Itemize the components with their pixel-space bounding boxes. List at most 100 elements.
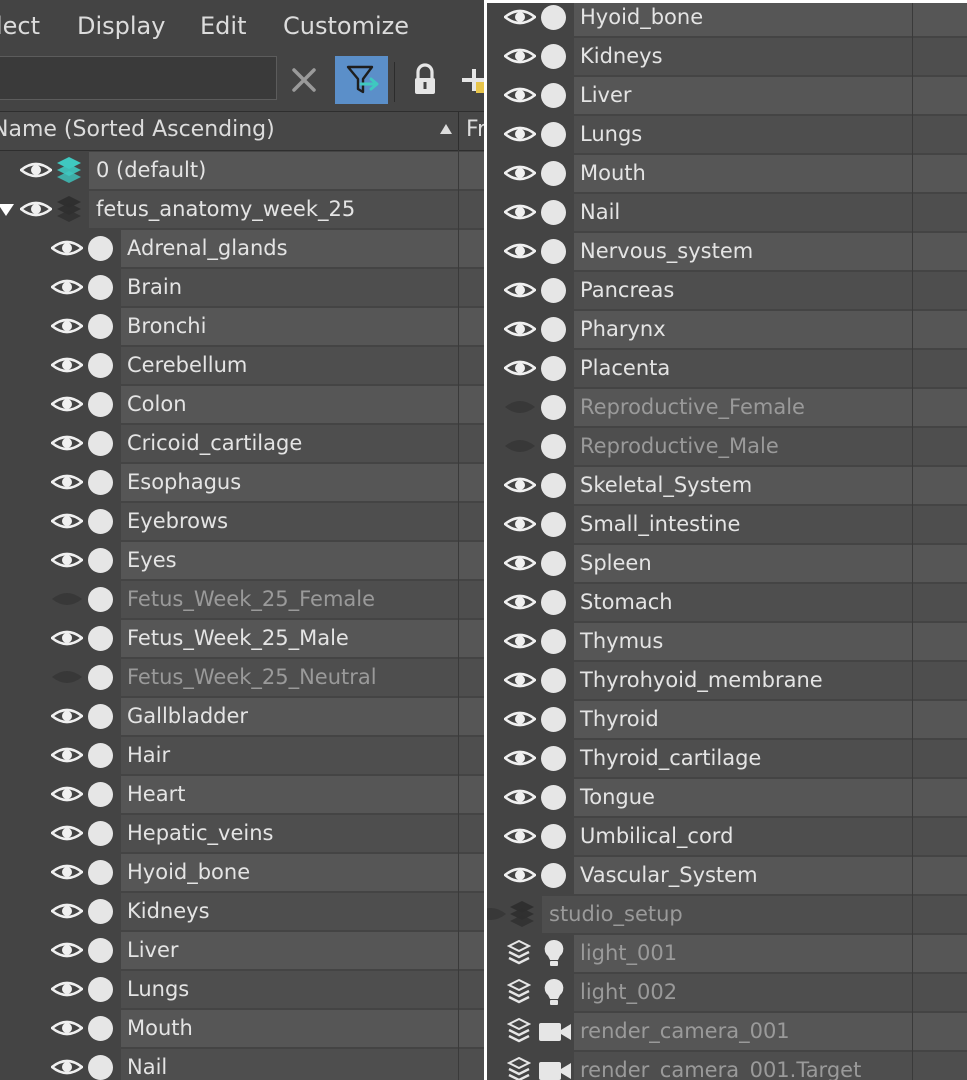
visibility-toggle[interactable] [49,472,85,496]
eye-icon[interactable] [49,1018,85,1038]
eye-icon[interactable] [49,745,85,765]
tree-row[interactable]: Thyroid_cartilage [487,739,967,778]
eye-icon[interactable] [504,436,536,456]
tree-row[interactable]: Umbilical_cord [487,817,967,856]
tree-row[interactable]: 0 (default) [0,151,487,190]
tree-row[interactable]: Fetus_Week_25_Female [0,580,487,619]
visibility-toggle[interactable] [49,1057,85,1080]
tree-row[interactable]: Eyebrows [0,502,487,541]
eye-icon[interactable] [18,199,54,219]
visibility-toggle[interactable] [502,319,538,343]
visibility-toggle[interactable] [51,667,83,691]
eye-icon[interactable] [49,628,85,648]
visibility-toggle[interactable] [502,358,538,382]
eye-icon[interactable] [502,748,538,768]
eye-icon[interactable] [18,160,54,180]
visibility-toggle[interactable] [18,160,54,184]
visibility-toggle[interactable] [502,124,538,148]
tree-row[interactable]: Placenta [487,349,967,388]
eye-icon[interactable] [504,397,536,417]
tree-row[interactable]: Thyroid [487,700,967,739]
eye-icon[interactable] [502,826,538,846]
column-separator[interactable] [458,112,459,150]
visibility-toggle[interactable] [487,904,507,928]
eye-icon[interactable] [502,241,538,261]
clear-search-button[interactable] [286,56,322,104]
tree-row[interactable]: Eyes [0,541,487,580]
eye-icon[interactable] [49,979,85,999]
tree-row[interactable]: Cricoid_cartilage [0,424,487,463]
tree-row[interactable]: Liver [0,931,487,970]
tree-row[interactable]: Adrenal_glands [0,229,487,268]
eye-icon[interactable] [49,394,85,414]
tree-row[interactable]: Gallbladder [0,697,487,736]
menu-edit[interactable]: Edit [200,12,246,40]
eye-icon[interactable] [502,7,538,27]
eye-icon[interactable] [502,709,538,729]
tree-row[interactable]: Reproductive_Female [487,388,967,427]
visibility-toggle[interactable] [51,589,83,613]
tree-row[interactable]: Hepatic_veins [0,814,487,853]
tree-row[interactable]: Stomach [487,583,967,622]
visibility-toggle[interactable] [49,745,85,769]
tree-row[interactable]: Nail [487,193,967,232]
eye-icon[interactable] [502,514,538,534]
visibility-toggle[interactable] [49,433,85,457]
tree-row[interactable]: light_001 [487,934,967,973]
tree-row[interactable]: Nail [0,1048,487,1080]
menu-customize[interactable]: Customize [283,12,409,40]
tree-row[interactable]: Brain [0,268,487,307]
visibility-toggle[interactable] [502,514,538,538]
tree-row[interactable]: Small_intestine [487,505,967,544]
visibility-toggle[interactable] [49,901,85,925]
visibility-toggle[interactable] [502,163,538,187]
tree-row[interactable]: Hyoid_bone [0,853,487,892]
visibility-toggle[interactable] [502,280,538,304]
tree-row[interactable]: fetus_anatomy_week_25 [0,190,487,229]
eye-icon[interactable] [51,589,83,609]
tree-row[interactable]: Thymus [487,622,967,661]
eye-icon[interactable] [49,316,85,336]
column-header[interactable]: Name (Sorted Ascending) Fr [0,111,487,151]
eye-icon[interactable] [49,862,85,882]
tree-row[interactable]: Mouth [0,1009,487,1048]
visibility-toggle[interactable] [504,436,536,460]
eye-icon[interactable] [502,46,538,66]
visibility-toggle[interactable] [502,670,538,694]
eye-icon[interactable] [49,784,85,804]
eye-icon[interactable] [502,202,538,222]
lock-button[interactable] [407,56,443,104]
visibility-toggle[interactable] [49,628,85,652]
name-column-header[interactable]: Name (Sorted Ascending) [0,117,275,142]
eye-icon[interactable] [49,472,85,492]
visibility-toggle[interactable] [502,202,538,226]
tree-row[interactable]: render_camera_001 [487,1012,967,1051]
tree-row[interactable]: render_camera_001.Target [487,1051,967,1080]
tree-row[interactable]: Vascular_System [487,856,967,895]
tree-row[interactable]: Pancreas [487,271,967,310]
eye-icon[interactable] [487,904,507,924]
visibility-toggle[interactable] [49,277,85,301]
visibility-toggle[interactable] [502,865,538,889]
eye-icon[interactable] [502,280,538,300]
eye-icon[interactable] [502,631,538,651]
tree-row[interactable]: light_002 [487,973,967,1012]
visibility-toggle[interactable] [49,862,85,886]
eye-icon[interactable] [502,358,538,378]
visibility-toggle[interactable] [49,394,85,418]
visibility-toggle[interactable] [49,511,85,535]
tree-row[interactable]: Esophagus [0,463,487,502]
tree-row[interactable]: Mouth [487,154,967,193]
tree-row[interactable]: Spleen [487,544,967,583]
visibility-toggle[interactable] [49,1018,85,1042]
visibility-toggle[interactable] [502,241,538,265]
visibility-toggle[interactable] [502,631,538,655]
eye-icon[interactable] [502,124,538,144]
tree-row[interactable]: Thyrohyoid_membrane [487,661,967,700]
visibility-toggle[interactable] [504,397,536,421]
eye-icon[interactable] [502,553,538,573]
eye-icon[interactable] [49,238,85,258]
visibility-toggle[interactable] [49,238,85,262]
eye-icon[interactable] [49,433,85,453]
eye-icon[interactable] [502,475,538,495]
